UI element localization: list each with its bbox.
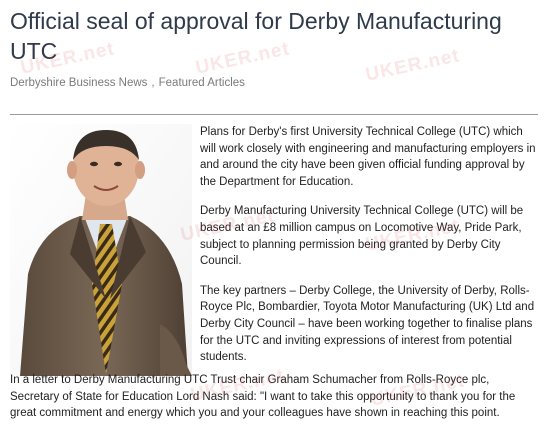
article-paragraph: Plans for Derby's first University Techn…	[200, 126, 536, 188]
article-title: Official seal of approval for Derby Manu…	[10, 8, 502, 64]
article-paragraph: In a letter to Derby Manufacturing UTC T…	[10, 374, 516, 420]
portrait-photo	[10, 124, 192, 376]
article-paragraph: Derby Manufacturing University Technical…	[200, 205, 524, 268]
category-link-business-news[interactable]: Derbyshire Business News	[10, 77, 147, 89]
article-paragraph: The key partners – Derby College, the Un…	[200, 284, 535, 364]
article-categories: Derbyshire Business News, Featured Articl…	[10, 77, 245, 89]
category-separator: ,	[151, 77, 155, 89]
category-link-featured-articles[interactable]: Featured Articles	[159, 77, 245, 89]
article-body-continued: In a letter to Derby Manufacturing UTC T…	[10, 372, 540, 422]
portrait-illustration	[10, 124, 192, 376]
article-body: Plans for Derby's first University Techn…	[200, 124, 540, 379]
header-divider	[10, 114, 538, 115]
